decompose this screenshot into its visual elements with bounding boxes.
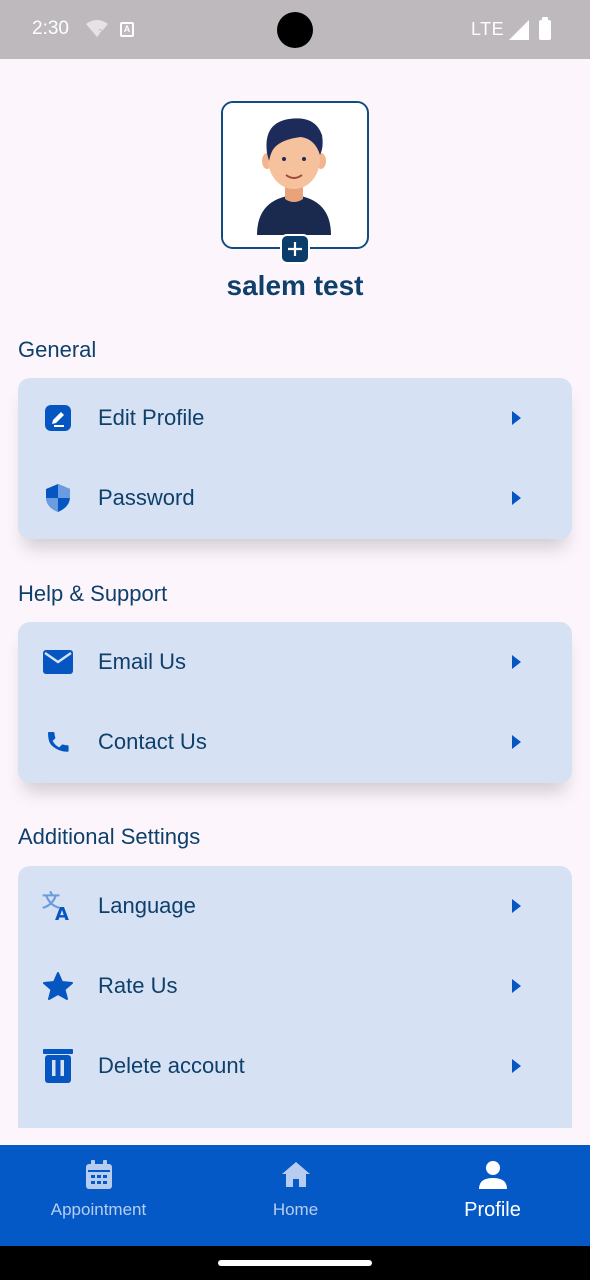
- chevron-right-icon: [512, 899, 521, 913]
- menu-item-label: Contact Us: [98, 729, 207, 754]
- nav-home[interactable]: Home: [197, 1145, 394, 1246]
- chevron-right-icon: [512, 1059, 521, 1073]
- chevron-right-icon: [512, 979, 521, 993]
- phone-icon: [42, 726, 74, 758]
- nav-label-home: Home: [272, 1200, 319, 1219]
- menu-item-label: Language: [98, 893, 196, 918]
- menu-item-language[interactable]: 文A Language: [18, 866, 572, 946]
- chevron-right-icon: [512, 411, 521, 425]
- shield-icon: [42, 482, 74, 514]
- nav-appointment[interactable]: Appointment: [0, 1145, 197, 1246]
- menu-item-delete-account[interactable]: Delete account: [18, 1026, 572, 1106]
- mail-icon: [42, 646, 74, 678]
- star-icon: [42, 970, 74, 1002]
- nav-label-appointment: Appointment: [50, 1200, 147, 1219]
- plus-icon: [288, 242, 302, 256]
- section-title-additional: Additional Settings: [18, 824, 201, 849]
- profile-name: salem test: [226, 270, 364, 301]
- nav-label-profile: Profile: [464, 1199, 521, 1221]
- avatar[interactable]: [221, 101, 369, 249]
- wifi-icon: ?: [86, 20, 108, 43]
- system-navigation-bar: [0, 1246, 590, 1280]
- signal-icon: [509, 20, 529, 45]
- menu-item-label: Delete account: [98, 1053, 245, 1078]
- add-photo-button[interactable]: [280, 234, 310, 264]
- translate-icon: 文A: [42, 890, 74, 922]
- chevron-right-icon: [512, 491, 521, 505]
- status-time: 2:30: [32, 18, 69, 39]
- menu-item-label: Password: [98, 485, 195, 510]
- chevron-right-icon: [512, 735, 521, 749]
- home-icon: [281, 1160, 311, 1193]
- svg-text:?: ?: [98, 28, 103, 37]
- person-icon: [478, 1160, 508, 1195]
- menu-item-label: Email Us: [98, 649, 187, 674]
- additional-card: 文A Language Rate Us Delete account: [18, 866, 572, 1128]
- help-card: Email Us Contact Us: [18, 622, 572, 783]
- menu-item-password[interactable]: Password: [18, 458, 572, 538]
- chevron-right-icon: [512, 655, 521, 669]
- svg-text:A: A: [55, 904, 69, 922]
- nav-profile[interactable]: Profile: [394, 1145, 590, 1246]
- battery-icon: [539, 17, 551, 40]
- trash-icon: [42, 1049, 74, 1083]
- calendar-icon: [85, 1160, 113, 1195]
- general-card: Edit Profile Password: [18, 378, 572, 539]
- menu-item-edit-profile[interactable]: Edit Profile: [18, 378, 572, 458]
- section-title-general: General: [18, 337, 97, 362]
- menu-item-label: Rate Us: [98, 973, 178, 998]
- home-gesture-handle[interactable]: [218, 1260, 372, 1266]
- section-title-help: Help & Support: [18, 581, 168, 606]
- edit-icon: [42, 402, 74, 434]
- menu-item-contact-us[interactable]: Contact Us: [18, 702, 572, 782]
- menu-item-rate-us[interactable]: Rate Us: [18, 946, 572, 1026]
- network-type: LTE: [471, 19, 505, 39]
- bottom-navigation: Appointment Home Profile: [0, 1145, 590, 1246]
- menu-item-email-us[interactable]: Email Us: [18, 622, 572, 702]
- status-bar: 2:30 ? A LTE: [0, 0, 590, 59]
- menu-item-label: Edit Profile: [98, 405, 205, 430]
- keyboard-badge-icon: A: [120, 22, 134, 37]
- avatar-illustration-icon: [223, 103, 366, 246]
- camera-cutout: [277, 12, 313, 48]
